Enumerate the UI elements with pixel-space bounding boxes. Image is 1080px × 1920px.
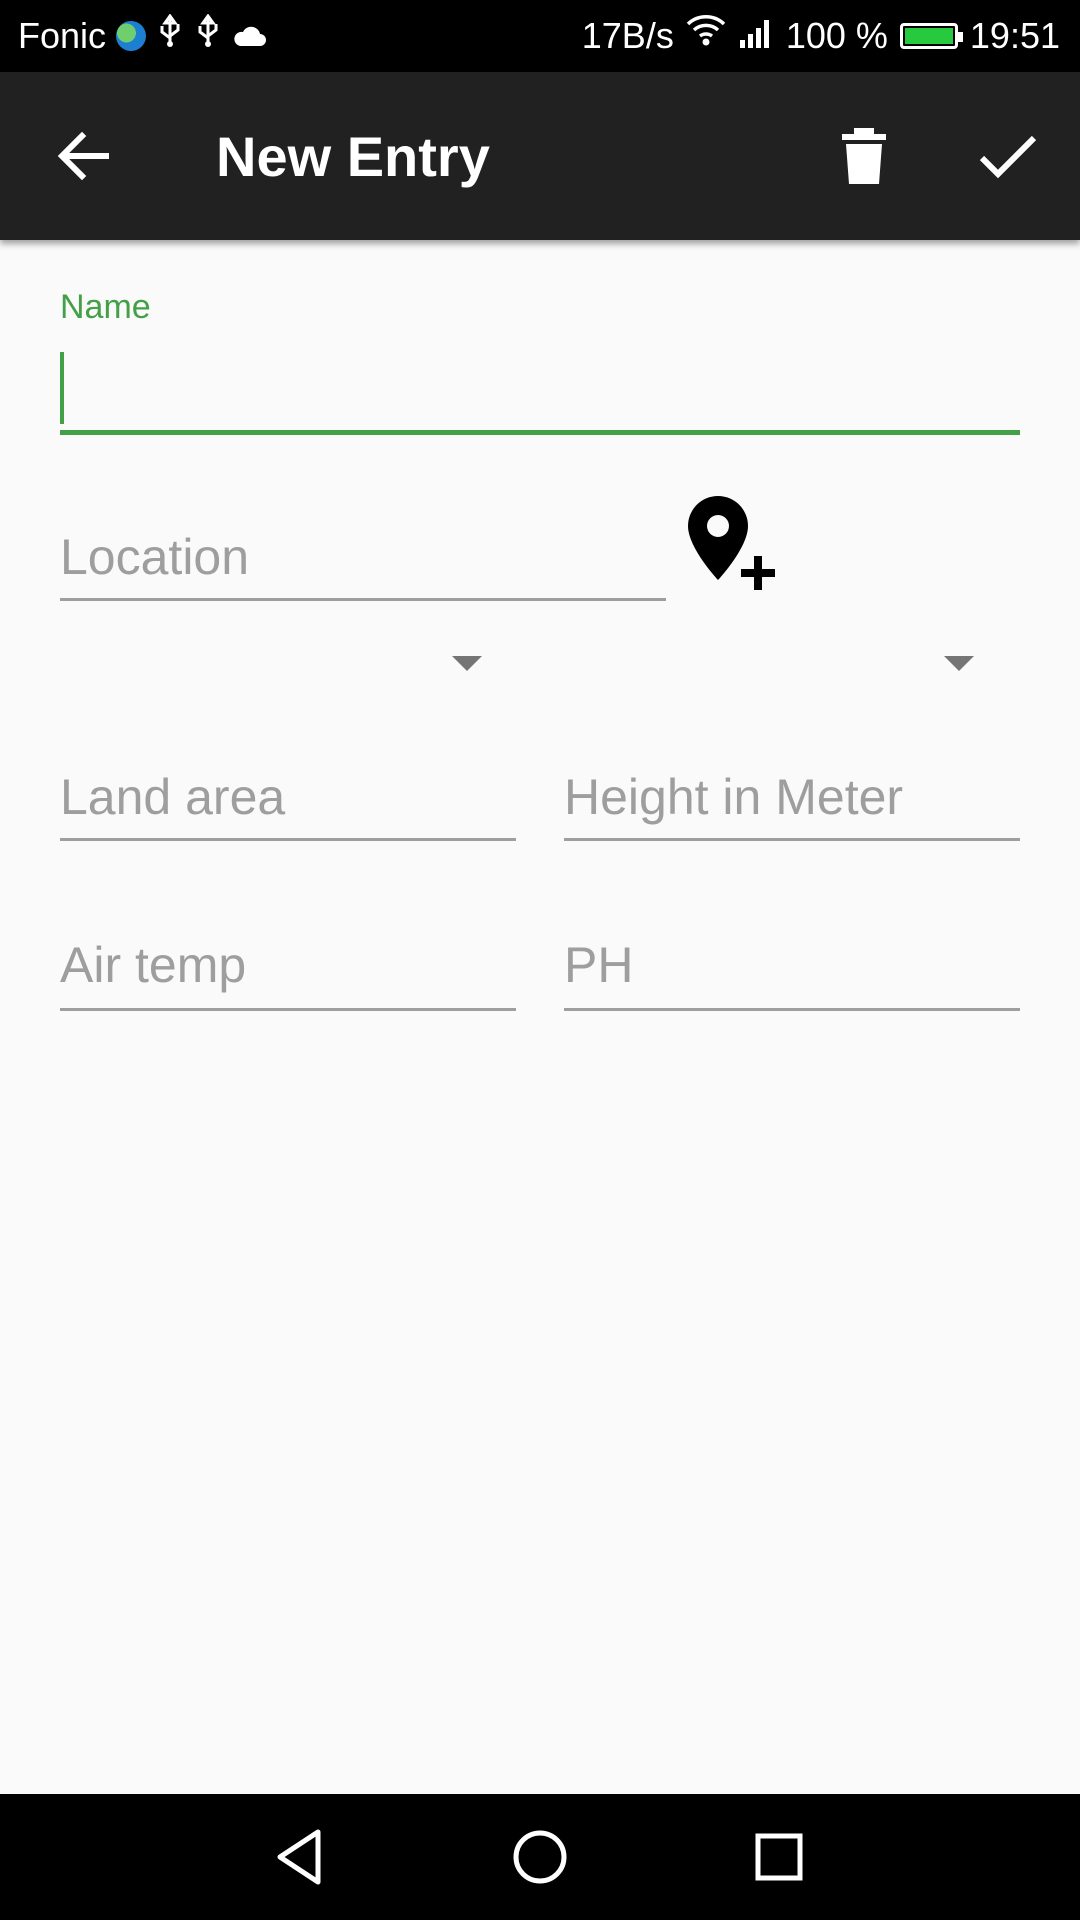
location-underline — [60, 598, 666, 601]
location-field[interactable] — [60, 522, 660, 592]
ph-field[interactable] — [564, 930, 1014, 1000]
nav-back-icon[interactable] — [268, 1824, 334, 1890]
system-nav-bar — [0, 1794, 1080, 1920]
name-underline — [60, 430, 1020, 435]
height-underline — [564, 838, 1020, 841]
back-arrow-icon[interactable] — [52, 124, 116, 188]
name-label: Name — [60, 288, 151, 326]
checkmark-icon[interactable] — [976, 124, 1040, 188]
battery-percent: 100 % — [785, 14, 888, 56]
clock: 19:51 — [969, 14, 1060, 56]
app-bar: New Entry — [0, 72, 1080, 240]
name-field[interactable] — [68, 356, 1018, 422]
cloud-icon — [232, 15, 268, 57]
nav-home-icon[interactable] — [507, 1824, 573, 1890]
height-field[interactable] — [564, 762, 1014, 832]
network-speed: 17B/s — [581, 14, 674, 56]
ph-underline — [564, 1008, 1020, 1011]
dropdown-left[interactable] — [452, 656, 482, 671]
air-temp-underline — [60, 1008, 516, 1011]
status-bar: Fonic 17B/s 100 % 19:51 — [0, 0, 1080, 72]
page-title: New Entry — [216, 125, 490, 188]
text-cursor — [60, 352, 64, 424]
dropdown-right[interactable] — [944, 656, 974, 671]
trash-icon[interactable] — [836, 124, 892, 188]
add-location-icon[interactable] — [684, 494, 784, 594]
usb-icon — [156, 13, 184, 57]
land-area-underline — [60, 838, 516, 841]
globe-icon — [116, 20, 147, 51]
wifi-icon — [686, 14, 726, 57]
carrier-label: Fonic — [18, 14, 107, 56]
nav-recents-icon[interactable] — [746, 1824, 812, 1890]
air-temp-field[interactable] — [60, 930, 510, 1000]
usb-icon — [194, 13, 222, 57]
signal-icon — [738, 15, 774, 57]
land-area-field[interactable] — [60, 762, 510, 832]
battery-icon — [899, 22, 963, 49]
